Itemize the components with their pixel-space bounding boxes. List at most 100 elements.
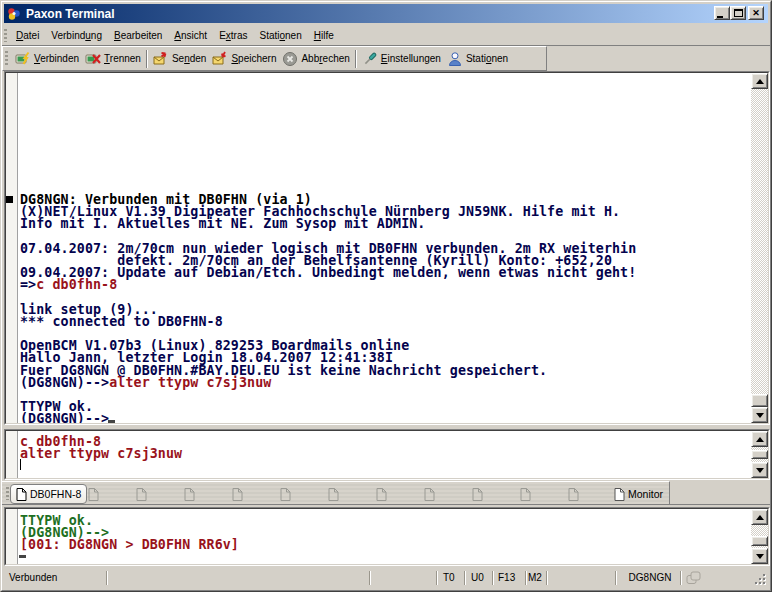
unread-marker — [6, 196, 13, 203]
status-u: U0 — [471, 572, 484, 583]
paxon-logo-icon — [6, 7, 22, 21]
statusbar-separator — [546, 571, 548, 585]
toolbar-button-einstellungen[interactable]: Einstellungen — [359, 49, 444, 69]
terminal-output[interactable]: DG8NGN: Verbunden mit DB0FHN (via 1)(X)N… — [20, 194, 636, 424]
statusbar-separator — [464, 571, 466, 585]
status-f: F13 — [498, 572, 515, 583]
tab-empty[interactable] — [280, 487, 291, 500]
tab-empty[interactable] — [472, 487, 483, 500]
monitor-scroll-down-button[interactable] — [751, 548, 768, 564]
toolbar-grip[interactable] — [5, 51, 8, 67]
toolbar-button-label: Abbrechen — [301, 53, 349, 64]
toolbar-button-trennen[interactable]: Trennen — [82, 49, 144, 69]
disconnect-icon — [85, 51, 101, 67]
tab-db0fhn-8[interactable]: DB0FHN-8 — [10, 484, 87, 504]
arrow-up-icon — [756, 437, 764, 442]
arrow-up-icon — [756, 79, 764, 84]
maximize-icon — [734, 9, 743, 17]
main-cursor — [108, 420, 115, 423]
statusbar-separator — [492, 571, 494, 585]
monitor-content[interactable]: TTYPW ok.(DG8NGN)-->[001: DG8NGN > DB0FH… — [5, 508, 769, 565]
document-icon — [136, 488, 147, 501]
minimize-icon — [717, 16, 723, 18]
menu-item-hilfe[interactable]: Hilfe — [308, 28, 340, 43]
status-connection: Verbunden — [9, 572, 57, 583]
main-scrollbar[interactable] — [751, 73, 768, 423]
menu-item-bearbeiten[interactable]: Bearbeiten — [108, 28, 168, 43]
status-m: M2 — [528, 572, 542, 583]
status-callsign: DG8NGN — [624, 572, 676, 583]
menu-item-stationen[interactable]: Stationen — [253, 28, 307, 43]
toolbar-button-label: Stationen — [466, 53, 508, 64]
terminal-line: (DG8NGN)-->alter ttypw c7sj3nuw — [20, 377, 636, 389]
maximize-button[interactable] — [730, 6, 746, 20]
document-icon — [232, 488, 243, 501]
tab-empty[interactable] — [376, 487, 387, 500]
terminal-line: =>c db0fhn-8 — [20, 279, 636, 291]
statusbar-separator — [525, 571, 527, 585]
tab-bar-spacer — [670, 481, 770, 505]
document-icon — [520, 488, 531, 501]
document-icon — [184, 488, 195, 501]
monitor-output[interactable]: TTYPW ok.(DG8NGN)-->[001: DG8NGN > DB0FH… — [20, 515, 239, 552]
monitor-gutter — [6, 509, 18, 564]
monitor-scroll-thumb[interactable] — [751, 536, 768, 546]
minimize-button[interactable] — [714, 6, 730, 20]
document-icon — [614, 488, 625, 501]
menu-item-verbindung[interactable]: Verbindung — [45, 28, 108, 43]
close-button[interactable]: ✕ — [748, 6, 764, 20]
input-scrollbar[interactable] — [751, 431, 768, 478]
scroll-thumb[interactable] — [751, 394, 768, 407]
tab-empty[interactable] — [424, 487, 435, 500]
document-icon — [472, 488, 483, 501]
monitor-scroll-up-button[interactable] — [751, 509, 768, 525]
tab-empty[interactable] — [88, 487, 99, 500]
toolbar-button-label: Senden — [172, 53, 206, 64]
tab-empty[interactable] — [520, 487, 531, 500]
tab-empty[interactable] — [328, 487, 339, 500]
toolbar-button-abbrechen[interactable]: Abbrechen — [279, 49, 352, 69]
toolbar-button-stationen[interactable]: Stationen — [444, 49, 511, 69]
document-icon — [424, 488, 435, 501]
input-history[interactable]: c db0fhn-8alter ttypw c7sj3nuw — [20, 436, 182, 460]
toolbar-button-label: Einstellungen — [381, 53, 441, 64]
tab-empty[interactable] — [232, 487, 243, 500]
cancel-icon — [282, 51, 298, 67]
input-content[interactable]: c db0fhn-8alter ttypw c7sj3nuw — [5, 430, 769, 479]
input-scroll-up-button[interactable] — [751, 431, 768, 447]
title-bar[interactable]: Paxon Terminal — [4, 4, 768, 23]
menu-item-datei[interactable]: Datei — [10, 28, 45, 43]
document-icon — [16, 488, 27, 501]
monitor-scrollbar[interactable] — [751, 509, 768, 564]
menu-item-ansicht[interactable]: Ansicht — [168, 28, 213, 43]
resize-grip[interactable] — [755, 574, 767, 586]
statusbar-separator — [615, 571, 617, 585]
document-icon — [568, 488, 579, 501]
tab-monitor[interactable]: Monitor — [610, 484, 667, 504]
tab-empty[interactable] — [568, 487, 579, 500]
toolbar-button-verbinden[interactable]: Verbinden — [12, 49, 82, 69]
toolbar-button-speichern[interactable]: Speichern — [209, 49, 279, 69]
window-title: Paxon Terminal — [26, 7, 114, 21]
tab-empty[interactable] — [136, 487, 147, 500]
tab-label: DB0FHN-8 — [30, 488, 81, 500]
document-icon — [376, 488, 387, 501]
input-scroll-thumb[interactable] — [751, 450, 768, 459]
settings-icon — [362, 51, 378, 67]
link-status-icon — [686, 571, 702, 585]
connect-icon — [15, 51, 31, 67]
main-terminal-content[interactable]: DG8NGN: Verbunden mit DB0FHN (via 1)(X)N… — [5, 72, 769, 424]
toolbar-button-senden[interactable]: Senden — [150, 49, 209, 69]
scroll-up-button[interactable] — [751, 73, 768, 89]
toolbar-button-label: Verbinden — [34, 53, 79, 64]
input-scroll-down-button[interactable] — [751, 462, 768, 478]
tab-empty[interactable] — [184, 487, 195, 500]
terminal-line: *** connected to DB0FHN-8 — [20, 316, 636, 328]
stations-icon — [447, 51, 463, 67]
terminal-line: Info mit I. Aktuelles mit NE. Zum Sysop … — [20, 218, 636, 230]
arrow-up-icon — [756, 515, 764, 520]
tabbar-grip[interactable] — [6, 487, 9, 500]
scroll-down-button[interactable] — [751, 407, 768, 423]
menubar-grip[interactable] — [4, 29, 7, 42]
menu-item-extras[interactable]: Extras — [213, 28, 253, 43]
